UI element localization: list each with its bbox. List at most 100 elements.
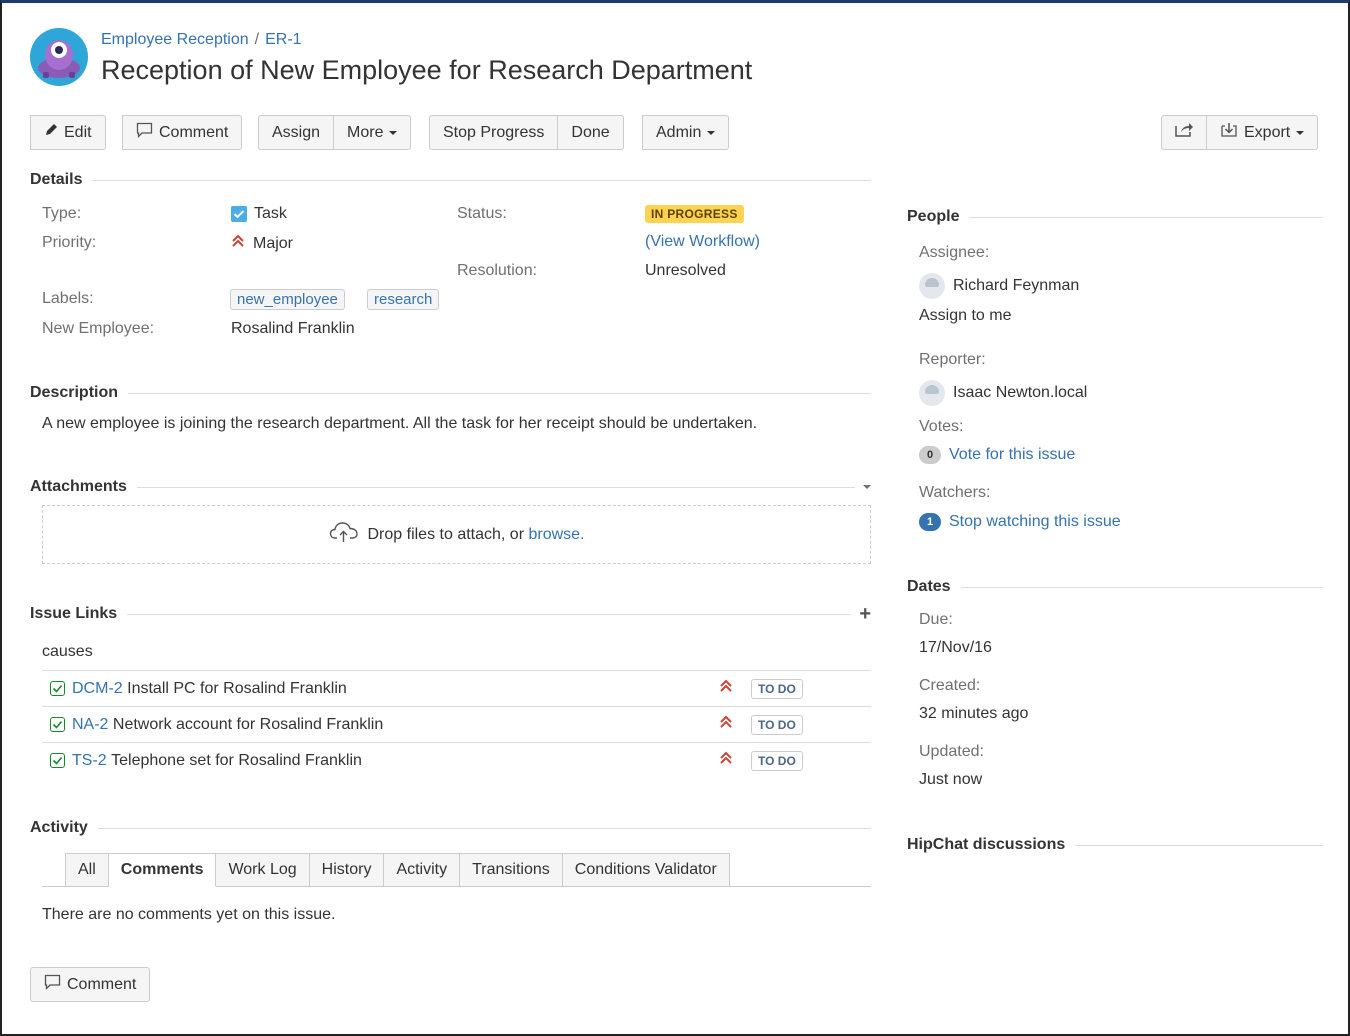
comment-toolbar-button[interactable]: Comment <box>122 115 243 150</box>
attachment-dropzone[interactable]: Drop files to attach, or browse. <box>42 505 871 564</box>
priority-value: Major <box>231 234 293 253</box>
admin-button[interactable]: Admin <box>642 115 730 150</box>
done-button[interactable]: Done <box>558 115 624 150</box>
activity-tabs: All Comments Work Log History Activity T… <box>65 853 730 887</box>
assignee-label: Assignee: <box>919 244 990 261</box>
tab-work-log[interactable]: Work Log <box>216 853 310 887</box>
admin-group: Admin <box>642 115 730 150</box>
issue-link-summary[interactable]: Telephone set for Rosalind Franklin <box>111 752 362 770</box>
vote-for-issue-link[interactable]: Vote for this issue <box>949 446 1075 464</box>
description-text: A new employee is joining the research d… <box>42 415 758 432</box>
label-chip[interactable]: research <box>367 289 440 310</box>
chevron-down-icon <box>707 130 716 135</box>
hipchat-heading: HipChat discussions <box>907 836 1066 853</box>
divider <box>969 216 1323 218</box>
created-label: Created: <box>919 677 981 694</box>
updated-label: Updated: <box>919 743 984 760</box>
issue-link-key[interactable]: TS-2 <box>72 752 107 770</box>
people-header[interactable]: People <box>907 208 1323 226</box>
cloud-upload-icon <box>329 521 359 548</box>
issue-link-summary[interactable]: Install PC for Rosalind Franklin <box>127 680 347 698</box>
view-workflow: (View Workflow) <box>645 233 760 251</box>
assign-to-me-link[interactable]: Assign to me <box>919 307 1011 325</box>
priority-major-icon <box>231 234 245 253</box>
status-lozenge-todo: TO DO <box>751 715 803 735</box>
attachments-header[interactable]: Attachments <box>30 478 871 496</box>
add-link-plus-icon[interactable]: + <box>859 604 871 624</box>
view-workflow-link[interactable]: View Workflow <box>650 233 754 250</box>
chevron-down-icon <box>1296 130 1305 135</box>
stop-watching-link[interactable]: Stop watching this issue <box>949 513 1121 531</box>
priority-major-icon <box>719 679 733 696</box>
project-avatar[interactable] <box>30 28 88 86</box>
label-chip[interactable]: new_employee <box>230 289 345 310</box>
votes-label: Votes: <box>919 418 964 435</box>
share-button[interactable] <box>1161 115 1207 150</box>
reporter-value[interactable]: Isaac Newton.local <box>919 380 1087 406</box>
assign-button[interactable]: Assign <box>258 115 335 150</box>
browse-link[interactable]: browse. <box>528 526 584 544</box>
edit-button-label: Edit <box>64 123 92 141</box>
resolved-check-icon <box>50 681 65 696</box>
hipchat-header[interactable]: HipChat discussions <box>907 836 1323 854</box>
pencil-icon <box>44 123 58 142</box>
breadcrumb-project-link[interactable]: Employee Reception <box>101 31 249 48</box>
dropzone-text: Drop files to attach, or <box>367 525 525 543</box>
priority-value-text: Major <box>253 234 294 252</box>
workflow-group: Stop Progress Done <box>429 115 624 150</box>
stop-progress-button[interactable]: Stop Progress <box>429 115 559 150</box>
breadcrumb-separator: / <box>254 31 260 48</box>
resolution-value: Unresolved <box>645 262 726 279</box>
breadcrumb-issue-key-link[interactable]: ER-1 <box>265 31 301 48</box>
divider <box>92 179 871 181</box>
type-value: Task <box>231 205 287 223</box>
votes-count-badge: 0 <box>919 446 941 464</box>
resolution-label: Resolution: <box>457 262 538 279</box>
tab-comments[interactable]: Comments <box>108 853 217 887</box>
issue-link-row: TS-2 Telephone set for Rosalind Franklin… <box>42 742 871 778</box>
issue-links-heading: Issue Links <box>30 605 118 622</box>
no-comments-text: There are no comments yet on this issue. <box>42 906 336 923</box>
assignee-value[interactable]: Richard Feynman <box>919 273 1079 299</box>
tab-all[interactable]: All <box>65 853 109 887</box>
assign-more-group: Assign More <box>258 115 412 150</box>
avatar <box>919 273 945 299</box>
watchers-count-badge: 1 <box>919 513 941 531</box>
admin-button-label: Admin <box>656 123 702 141</box>
description-header[interactable]: Description <box>30 384 871 402</box>
status-lozenge: IN PROGRESS <box>645 205 744 223</box>
edit-button[interactable]: Edit <box>30 115 106 150</box>
more-button-label: More <box>347 123 384 141</box>
watchers-label: Watchers: <box>919 484 991 501</box>
more-button[interactable]: More <box>334 115 412 150</box>
due-value: 17/Nov/16 <box>919 639 992 656</box>
issue-link-row: DCM-2 Install PC for Rosalind Franklin T… <box>42 670 871 706</box>
attachments-heading: Attachments <box>30 478 127 495</box>
issue-link-summary[interactable]: Network account for Rosalind Franklin <box>113 716 383 734</box>
reporter-name: Isaac Newton.local <box>953 384 1088 401</box>
priority-major-icon <box>719 751 733 768</box>
export-button[interactable]: Export <box>1207 115 1319 150</box>
type-value-text: Task <box>254 205 287 222</box>
edit-group: Edit <box>30 115 106 150</box>
attachments-options-chevron-icon[interactable] <box>863 485 871 489</box>
issue-link-key[interactable]: NA-2 <box>72 716 108 734</box>
dates-header[interactable]: Dates <box>907 578 1323 596</box>
issue-links-header[interactable]: Issue Links + <box>30 604 871 624</box>
comment-icon <box>136 122 153 143</box>
download-icon <box>1220 122 1238 143</box>
divider <box>136 486 855 488</box>
updated-value: Just now <box>919 771 983 788</box>
due-label: Due: <box>919 611 953 628</box>
status-lozenge-todo: TO DO <box>751 751 803 771</box>
tab-activity[interactable]: Activity <box>384 853 461 887</box>
tab-transitions[interactable]: Transitions <box>460 853 563 887</box>
tab-history[interactable]: History <box>309 853 385 887</box>
tab-conditions-validator[interactable]: Conditions Validator <box>562 853 730 887</box>
link-relation: causes <box>42 643 93 660</box>
activity-header[interactable]: Activity <box>30 819 871 837</box>
divider <box>128 392 871 394</box>
details-header[interactable]: Details <box>30 171 871 189</box>
issue-link-key[interactable]: DCM-2 <box>72 680 123 698</box>
comment-bottom-button[interactable]: Comment <box>30 967 151 1002</box>
